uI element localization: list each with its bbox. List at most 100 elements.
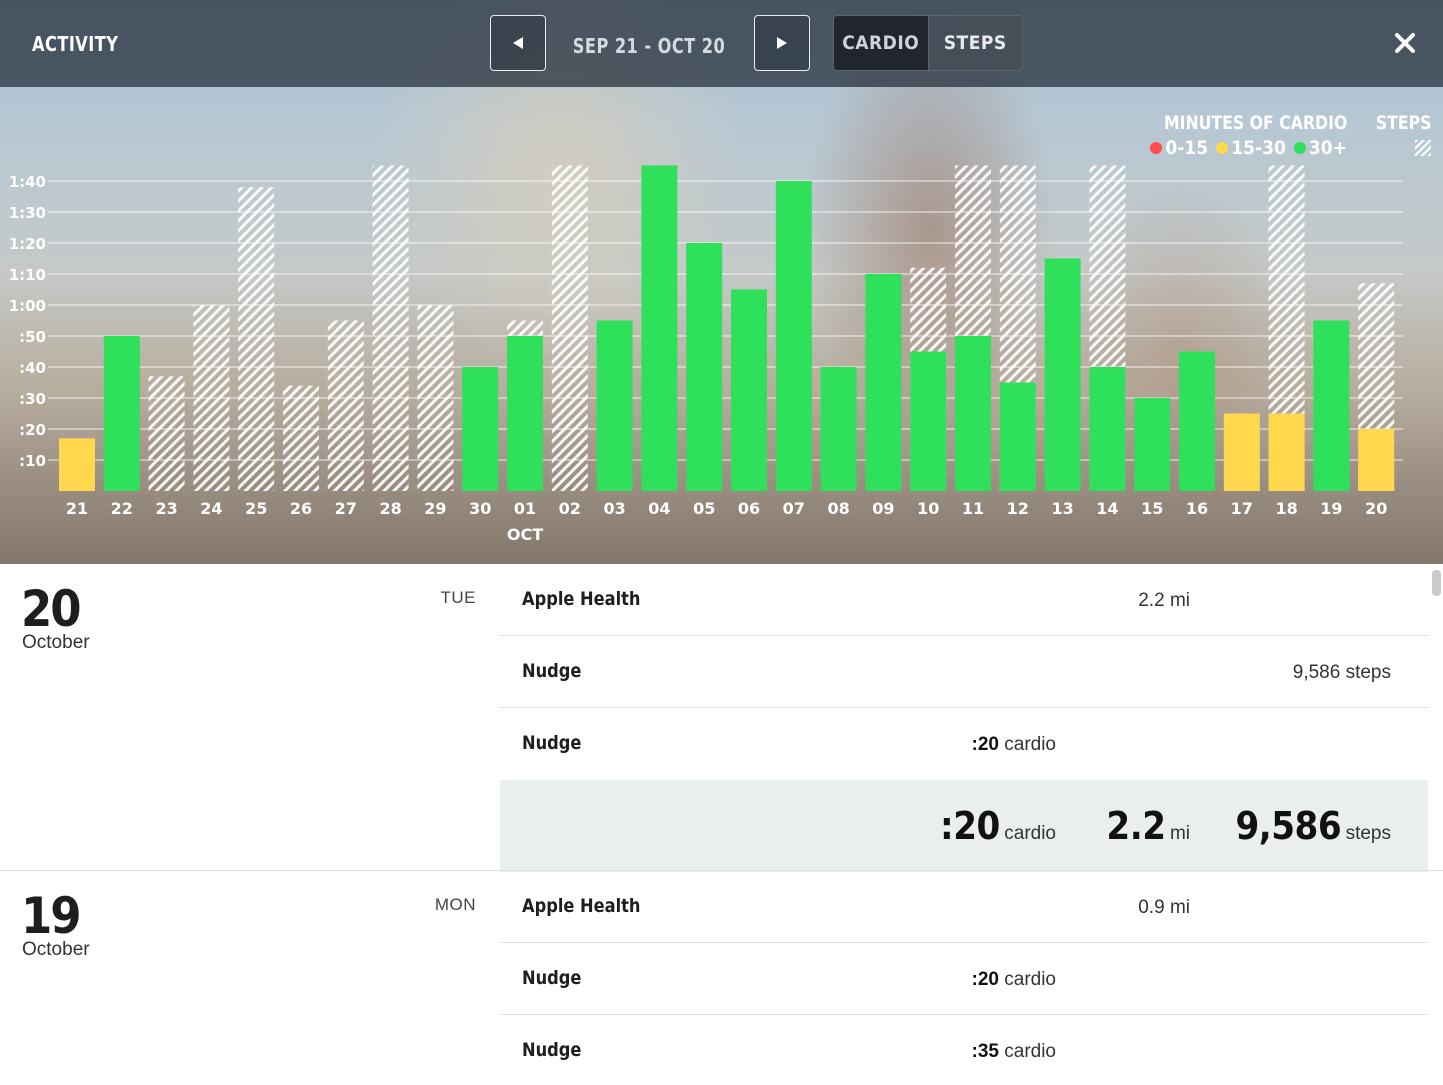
cardio-bar[interactable] <box>507 336 543 491</box>
entry-cardio-value: :35 <box>971 1041 999 1062</box>
entry-cardio-value: :20 <box>971 734 999 755</box>
x-tick-label: 14 <box>1096 499 1118 518</box>
cardio-bar[interactable] <box>596 320 633 492</box>
legend-cardio-title: MINUTES OF CARDIO <box>1163 112 1347 134</box>
x-tick-label: 11 <box>962 499 984 518</box>
x-tick-label: 07 <box>783 499 805 518</box>
list-item[interactable]: Nudge :20 cardio <box>500 943 1428 1015</box>
cardio-bar[interactable] <box>1089 367 1126 491</box>
summary-cardio: :20 cardio <box>940 804 1056 848</box>
day-number: 19 <box>21 887 82 945</box>
x-tick-label: 09 <box>872 499 894 518</box>
y-tick-label: :50 <box>19 328 46 346</box>
list-item[interactable]: Apple Health 0.9 mi <box>500 871 1428 943</box>
day-number: 20 <box>21 580 82 638</box>
steps-bar[interactable] <box>327 320 364 492</box>
y-tick-label: 1:00 <box>9 297 46 315</box>
cardio-bar[interactable] <box>775 181 812 491</box>
list-item[interactable]: Apple Health 2.2 mi <box>500 564 1428 636</box>
entry-source: Nudge <box>522 660 582 682</box>
x-tick-label: 18 <box>1275 499 1297 518</box>
entry-cardio: :20 cardio <box>972 734 1057 756</box>
y-tick-label: 1:30 <box>9 204 46 222</box>
cardio-bar[interactable] <box>1179 351 1215 492</box>
cardio-bar[interactable] <box>955 336 991 491</box>
day-month: October <box>22 939 90 960</box>
steps-bar[interactable] <box>551 165 588 492</box>
list-item[interactable]: Nudge 9,586 steps <box>500 636 1428 708</box>
tab-steps[interactable]: STEPS <box>929 16 1023 70</box>
cardio-bar[interactable] <box>59 438 95 491</box>
x-tick-label: 16 <box>1186 499 1208 518</box>
entry-source: Nudge <box>522 1039 582 1061</box>
summary-distance-value: 2.2 <box>1106 804 1166 848</box>
steps-bar[interactable] <box>372 165 409 492</box>
next-period-button[interactable] <box>754 15 810 71</box>
entry-source: Apple Health <box>522 895 641 917</box>
summary-steps: 9,586 steps <box>1235 804 1391 848</box>
cardio-bar[interactable] <box>1223 413 1260 492</box>
top-bar: ACTIVITY SEP 21 - OCT 20 CARDIO STEPS <box>0 0 1443 87</box>
steps-bar[interactable] <box>417 305 454 491</box>
close-button[interactable] <box>1390 28 1420 58</box>
activity-hero: ACTIVITY SEP 21 - OCT 20 CARDIO STEPS MI… <box>0 0 1443 564</box>
cardio-bar[interactable] <box>999 382 1036 492</box>
tab-cardio[interactable]: CARDIO <box>834 16 929 70</box>
entry-distance-value: 0.9 <box>1138 897 1165 918</box>
cardio-bar[interactable] <box>1358 429 1395 491</box>
y-tick-label: :20 <box>19 421 46 439</box>
cardio-bar[interactable] <box>1044 258 1081 492</box>
x-tick-label: 04 <box>648 499 670 518</box>
scrollbar[interactable] <box>1432 570 1441 596</box>
cardio-bar[interactable] <box>641 165 678 492</box>
list-item[interactable]: Nudge :35 cardio <box>500 1015 1428 1085</box>
previous-period-button[interactable] <box>490 15 546 71</box>
x-tick-label: 02 <box>559 499 581 518</box>
cardio-bar[interactable] <box>462 367 499 491</box>
cardio-bar[interactable] <box>1313 320 1350 492</box>
legend-range-mid: 15-30 <box>1216 137 1286 159</box>
x-tick-label: 30 <box>469 499 491 518</box>
entry-cardio-unit: cardio <box>1004 1041 1056 1062</box>
metric-toggle: CARDIO STEPS <box>833 15 1023 71</box>
cardio-bar[interactable] <box>910 351 947 492</box>
hatch-pattern-icon <box>1415 140 1431 156</box>
cardio-bar[interactable] <box>1134 398 1171 491</box>
y-tick-label: 1:20 <box>9 235 46 253</box>
legend-range-high: 30+ <box>1293 137 1347 159</box>
legend-dot-mid <box>1216 142 1229 154</box>
entry-source: Apple Health <box>522 588 641 610</box>
cardio-bar[interactable] <box>820 367 857 491</box>
close-icon <box>1395 33 1415 53</box>
cardio-bar[interactable] <box>686 243 723 491</box>
steps-bar[interactable] <box>283 385 319 491</box>
y-tick-label: :40 <box>19 359 46 377</box>
steps-bar[interactable] <box>238 187 275 491</box>
legend-steps-title: STEPS <box>1375 112 1431 134</box>
x-tick-label: 13 <box>1051 499 1073 518</box>
x-tick-label: 17 <box>1231 499 1253 518</box>
y-tick-label: :10 <box>19 452 46 470</box>
page-title: ACTIVITY <box>32 32 119 56</box>
x-tick-label: 05 <box>693 499 715 518</box>
triangle-right-icon <box>777 37 787 49</box>
entry-distance: 2.2 mi <box>1138 590 1190 612</box>
day-month: October <box>22 632 90 653</box>
entry-cardio: :35 cardio <box>972 1041 1057 1063</box>
cardio-bar[interactable] <box>731 289 767 492</box>
x-tick-label: 21 <box>66 499 88 518</box>
cardio-bar[interactable] <box>865 274 902 491</box>
day-weekday: TUE <box>440 588 476 607</box>
x-tick-label: 03 <box>603 499 625 518</box>
entry-distance: 0.9 mi <box>1138 897 1190 919</box>
activity-list: 20 October TUE Apple Health 2.2 mi Nudge… <box>0 564 1443 1085</box>
cardio-bar[interactable] <box>1268 413 1305 492</box>
steps-bar[interactable] <box>193 305 230 491</box>
steps-bar[interactable] <box>148 376 185 491</box>
entry-steps-value: 9,586 <box>1292 662 1341 683</box>
triangle-left-icon <box>513 37 523 49</box>
cardio-bar[interactable] <box>103 336 140 491</box>
x-tick-label: 24 <box>200 499 222 518</box>
chart-legend: MINUTES OF CARDIO STEPS 0-15 15-30 30+ <box>1103 112 1443 162</box>
list-item[interactable]: Nudge :20 cardio <box>500 708 1428 780</box>
